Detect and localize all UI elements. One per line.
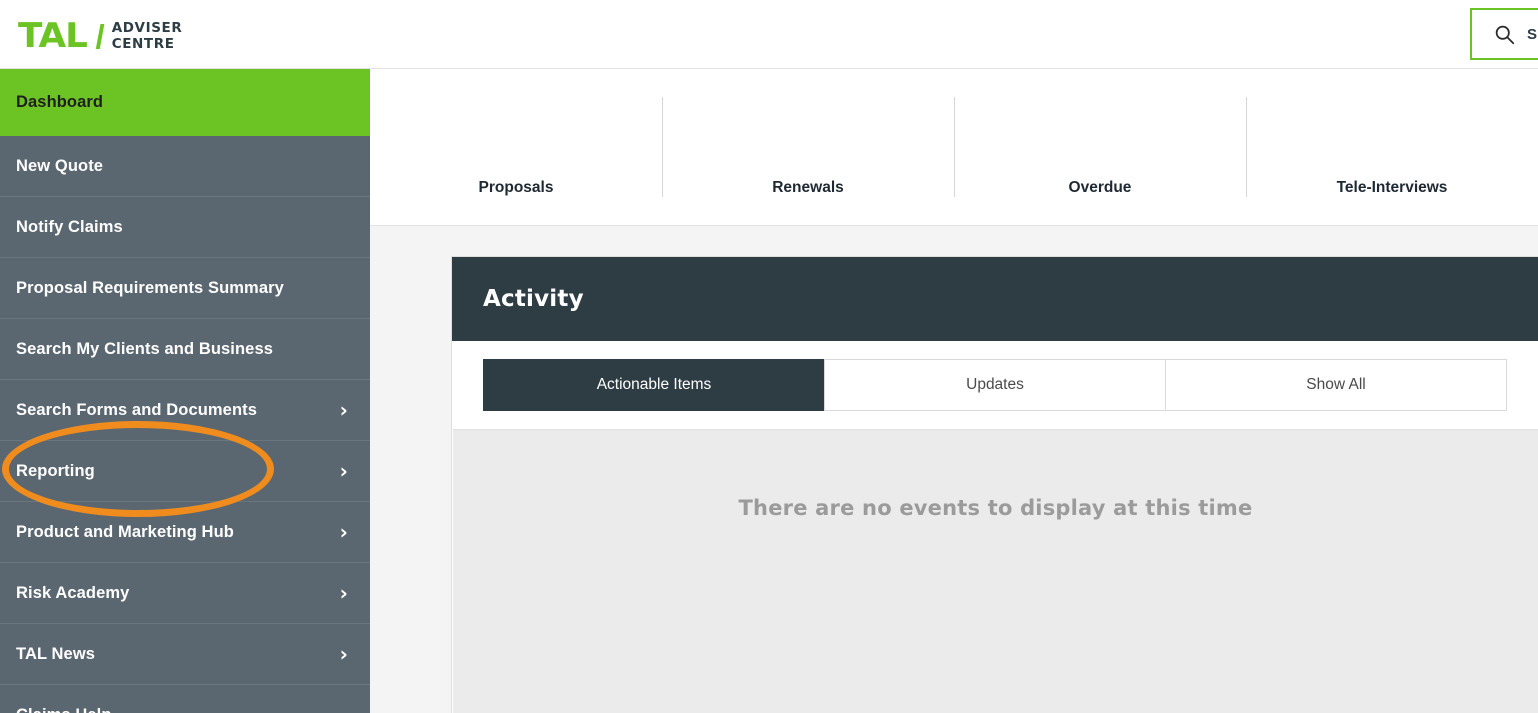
sidebar-item-label: Risk Academy: [16, 584, 340, 603]
sidebar-item-search-forms-and-documents[interactable]: Search Forms and Documents ›: [0, 380, 370, 441]
activity-empty-state: There are no events to display at this t…: [453, 429, 1538, 713]
activity-tab-bar: Actionable Items Updates Show All: [452, 341, 1538, 428]
search-icon: [1494, 24, 1515, 45]
chevron-right-icon: ›: [340, 461, 348, 481]
sidebar-item-proposal-requirements-summary[interactable]: Proposal Requirements Summary: [0, 258, 370, 319]
stat-tile-overdue[interactable]: Overdue: [954, 69, 1246, 225]
chevron-right-icon: ›: [340, 644, 348, 664]
logo-line-adviser: ADVISER: [112, 20, 183, 36]
activity-panel-header: Activity: [452, 257, 1538, 341]
stat-label: Proposals: [479, 179, 554, 197]
sidebar-item-label: Dashboard: [16, 93, 348, 112]
chevron-right-icon: ›: [340, 522, 348, 542]
sidebar-item-label: Proposal Requirements Summary: [16, 279, 348, 298]
stat-tile-proposals[interactable]: Proposals: [370, 69, 662, 225]
sidebar-item-label: Search Forms and Documents: [16, 401, 340, 420]
logo-adviser-centre-text: ADVISER CENTRE: [112, 20, 183, 52]
dashboard-stats-strip: Proposals Renewals Overdue Tele-Intervie…: [370, 69, 1538, 226]
app-root: TAL / ADVISER CENTRE Dashboard New Quote…: [0, 0, 1538, 713]
sidebar-item-new-quote[interactable]: New Quote: [0, 136, 370, 197]
tab-show-all[interactable]: Show All: [1165, 359, 1507, 411]
chevron-right-icon: ›: [340, 583, 348, 603]
activity-panel-title: Activity: [483, 286, 584, 312]
sidebar-item-label: Reporting: [16, 462, 340, 481]
top-bar: TAL / ADVISER CENTRE: [0, 0, 1538, 69]
sidebar-item-label: TAL News: [16, 645, 340, 664]
sidebar-item-search-my-clients-and-business[interactable]: Search My Clients and Business: [0, 319, 370, 380]
tal-adviser-centre-logo[interactable]: TAL / ADVISER CENTRE: [18, 14, 182, 58]
stat-label: Tele-Interviews: [1337, 179, 1448, 197]
tab-label: Show All: [1306, 376, 1365, 394]
tab-actionable-items[interactable]: Actionable Items: [483, 359, 825, 411]
sidebar-item-product-and-marketing-hub[interactable]: Product and Marketing Hub ›: [0, 502, 370, 563]
activity-panel: Activity Actionable Items Updates Show A…: [451, 256, 1538, 713]
sidebar-item-label: Notify Claims: [16, 218, 348, 237]
sidebar-item-dashboard[interactable]: Dashboard: [0, 69, 370, 136]
chevron-right-icon: ›: [340, 400, 348, 420]
logo-line-centre: CENTRE: [112, 36, 175, 52]
stat-tile-tele-interviews[interactable]: Tele-Interviews: [1246, 69, 1538, 225]
sidebar-item-label: Claims Help: [16, 706, 348, 713]
sidebar-item-tal-news[interactable]: TAL News ›: [0, 624, 370, 685]
stat-label: Renewals: [772, 179, 844, 197]
stat-label: Overdue: [1069, 179, 1132, 197]
main-sidebar: Dashboard New Quote Notify Claims Propos…: [0, 69, 370, 713]
main-content: Proposals Renewals Overdue Tele-Intervie…: [370, 69, 1538, 713]
logo-slash-divider: /: [96, 20, 105, 53]
tab-label: Updates: [966, 376, 1024, 394]
sidebar-item-label: Product and Marketing Hub: [16, 523, 340, 542]
sidebar-item-claims-help[interactable]: Claims Help: [0, 685, 370, 713]
stat-tile-renewals[interactable]: Renewals: [662, 69, 954, 225]
sidebar-item-notify-claims[interactable]: Notify Claims: [0, 197, 370, 258]
sidebar-item-label: New Quote: [16, 157, 348, 176]
sidebar-item-risk-academy[interactable]: Risk Academy ›: [0, 563, 370, 624]
tab-updates[interactable]: Updates: [824, 359, 1166, 411]
sidebar-item-reporting[interactable]: Reporting ›: [0, 441, 370, 502]
empty-state-message: There are no events to display at this t…: [739, 496, 1253, 713]
search-box[interactable]: [1470, 8, 1538, 60]
sidebar-item-label: Search My Clients and Business: [16, 340, 348, 359]
tab-label: Actionable Items: [597, 376, 712, 394]
search-input[interactable]: [1527, 26, 1538, 43]
logo-tal-wordmark: TAL: [18, 19, 87, 53]
